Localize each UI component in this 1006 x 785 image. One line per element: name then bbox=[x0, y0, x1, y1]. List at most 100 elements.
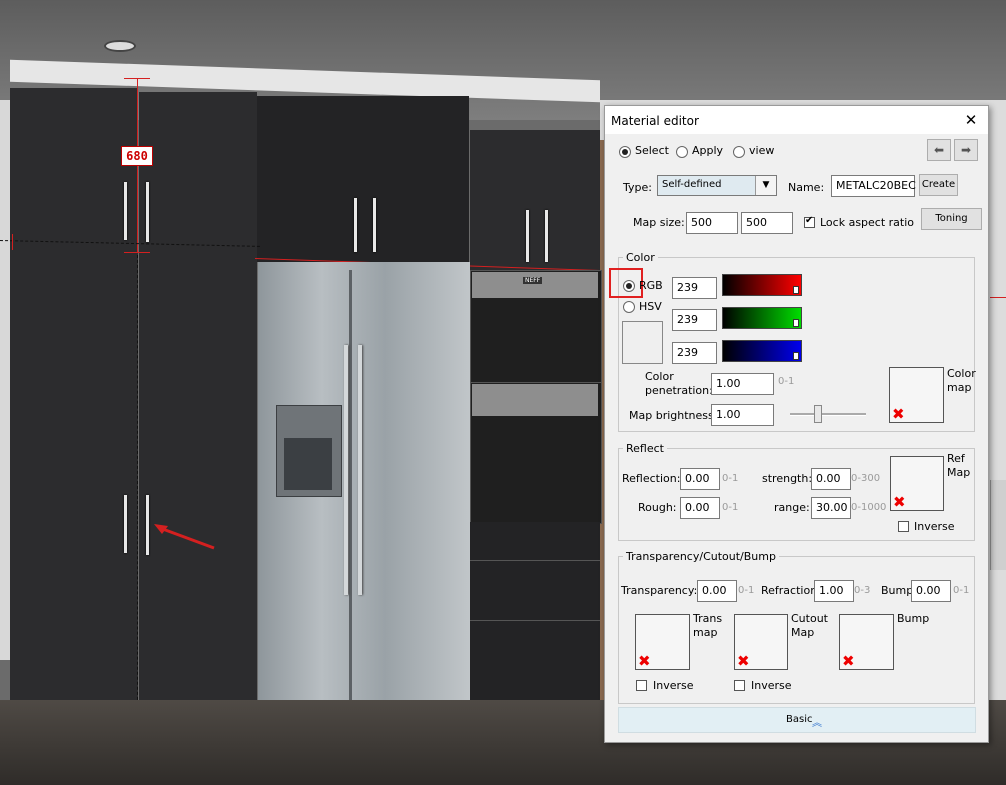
lower-cabinet bbox=[470, 522, 600, 712]
cutout-inverse-checkbox[interactable] bbox=[734, 680, 745, 691]
blue-slider-thumb[interactable] bbox=[793, 352, 799, 360]
ref-map-slot[interactable]: ✖ bbox=[890, 456, 944, 511]
trans-map-slot[interactable]: ✖ bbox=[635, 614, 690, 670]
basic-label[interactable]: Basic bbox=[786, 714, 812, 725]
mode-apply-radio[interactable] bbox=[676, 146, 688, 158]
cabinet-handle bbox=[124, 495, 127, 553]
color-penetration-input[interactable]: 1.00 bbox=[711, 373, 774, 395]
reflection-input[interactable]: 0.00 bbox=[680, 468, 720, 490]
rough-label: Rough: bbox=[638, 501, 677, 514]
remove-map-icon[interactable]: ✖ bbox=[893, 495, 906, 510]
name-input[interactable]: METALC20BEC bbox=[831, 175, 916, 197]
drawer-seam bbox=[470, 560, 600, 561]
rough-hint: 0-1 bbox=[722, 502, 739, 513]
remove-map-icon[interactable]: ✖ bbox=[842, 654, 855, 669]
refraction-input[interactable]: 1.00 bbox=[814, 580, 854, 602]
green-slider-thumb[interactable] bbox=[793, 319, 799, 327]
transparency-input[interactable]: 0.00 bbox=[697, 580, 737, 602]
map-width-input[interactable]: 500 bbox=[686, 212, 738, 234]
bump-input[interactable]: 0.00 bbox=[911, 580, 951, 602]
basic-toggle-bar[interactable]: Basic ︽ bbox=[618, 707, 976, 733]
type-dropdown[interactable]: Self-defined ▼ bbox=[657, 175, 777, 196]
range-hint: 0-1000 bbox=[851, 502, 887, 513]
remove-map-icon[interactable]: ✖ bbox=[638, 654, 651, 669]
blue-slider[interactable] bbox=[722, 340, 802, 362]
chevron-down-icon[interactable]: ▼ bbox=[755, 176, 776, 195]
bump-map-slot[interactable]: ✖ bbox=[839, 614, 894, 670]
lock-aspect-checkbox[interactable] bbox=[804, 215, 815, 228]
toning-button[interactable]: Toning bbox=[921, 208, 982, 230]
red-slider-thumb[interactable] bbox=[793, 286, 799, 294]
fridge-handle bbox=[358, 345, 362, 595]
red-arrow-annotation bbox=[154, 524, 215, 550]
reflection-hint: 0-1 bbox=[722, 473, 739, 484]
map-brightness-slider[interactable] bbox=[790, 413, 866, 416]
green-slider[interactable] bbox=[722, 307, 802, 329]
range-input[interactable]: 30.00 bbox=[811, 497, 851, 519]
rgb-radio[interactable] bbox=[623, 280, 635, 292]
red-value-input[interactable]: 239 bbox=[672, 277, 717, 299]
map-brightness-input[interactable]: 1.00 bbox=[711, 404, 774, 426]
guide-dashed-line bbox=[137, 255, 138, 735]
dimension-label[interactable]: 680 bbox=[121, 146, 153, 166]
collapse-up-icon[interactable]: ︽ bbox=[812, 714, 822, 729]
mode-select-radio[interactable] bbox=[619, 146, 631, 158]
trans-inverse-label: Inverse bbox=[653, 679, 694, 692]
refraction-hint: 0-3 bbox=[854, 585, 871, 596]
cutout-map-label-line2: Map bbox=[791, 626, 815, 639]
rough-input[interactable]: 0.00 bbox=[680, 497, 720, 519]
blue-value-input[interactable]: 239 bbox=[672, 342, 717, 364]
cabinet-handle bbox=[146, 495, 149, 555]
transparency-label: Transparency: bbox=[621, 584, 698, 597]
create-button[interactable]: Create bbox=[919, 174, 958, 196]
side-unit bbox=[990, 480, 1006, 570]
rgb-label[interactable]: RGB bbox=[639, 279, 663, 292]
refraction-label: Refraction bbox=[761, 584, 818, 597]
map-brightness-slider-thumb[interactable] bbox=[814, 405, 822, 423]
bump-label: Bump bbox=[881, 584, 914, 597]
hsv-label[interactable]: HSV bbox=[639, 300, 662, 313]
close-button[interactable]: ✕ bbox=[961, 110, 981, 130]
mode-view-label[interactable]: view bbox=[749, 144, 774, 157]
ref-inverse-label: Inverse bbox=[914, 520, 955, 533]
red-slider[interactable] bbox=[722, 274, 802, 296]
left-wall bbox=[0, 100, 10, 660]
ceiling-light bbox=[104, 40, 136, 52]
dimension-tick bbox=[124, 252, 150, 253]
redo-button[interactable]: ➡ bbox=[954, 139, 978, 161]
hsv-radio[interactable] bbox=[623, 301, 635, 313]
trans-map-label-line1: Trans bbox=[693, 612, 723, 625]
type-dropdown-value: Self-defined bbox=[662, 179, 722, 190]
reflection-label: Reflection: bbox=[622, 472, 681, 485]
map-height-input[interactable]: 500 bbox=[741, 212, 793, 234]
cutout-inverse-label: Inverse bbox=[751, 679, 792, 692]
undo-button[interactable]: ⬅ bbox=[927, 139, 951, 161]
remove-map-icon[interactable]: ✖ bbox=[737, 654, 750, 669]
strength-input[interactable]: 0.00 bbox=[811, 468, 851, 490]
remove-map-icon[interactable]: ✖ bbox=[892, 407, 905, 422]
tall-cabinet-door bbox=[139, 92, 257, 742]
drawer-seam bbox=[470, 620, 600, 621]
color-swatch[interactable] bbox=[622, 321, 663, 364]
dimension-tick bbox=[12, 234, 13, 250]
green-value-input[interactable]: 239 bbox=[672, 309, 717, 331]
color-map-label-line1: Color bbox=[947, 367, 976, 380]
color-group-title: Color bbox=[623, 251, 658, 264]
trans-inverse-checkbox[interactable] bbox=[636, 680, 647, 691]
transparency-hint: 0-1 bbox=[738, 585, 755, 596]
upper-cabinet bbox=[257, 96, 469, 262]
ref-inverse-checkbox[interactable] bbox=[898, 521, 909, 532]
range-label: range: bbox=[774, 501, 810, 514]
map-size-label: Map size: bbox=[633, 216, 685, 229]
dialog-titlebar[interactable]: Material editor ✕ bbox=[605, 106, 988, 134]
color-penetration-label-line1: Color bbox=[645, 370, 674, 383]
mode-select-label[interactable]: Select bbox=[635, 144, 669, 157]
cutout-map-slot[interactable]: ✖ bbox=[734, 614, 788, 670]
ref-map-label-line1: Ref bbox=[947, 452, 965, 465]
strength-hint: 0-300 bbox=[851, 473, 881, 484]
transparency-group-title: Transparency/Cutout/Bump bbox=[623, 550, 779, 563]
mode-apply-label[interactable]: Apply bbox=[692, 144, 723, 157]
mode-view-radio[interactable] bbox=[733, 146, 745, 158]
color-map-slot[interactable]: ✖ bbox=[889, 367, 944, 423]
material-editor-dialog: Material editor ✕ Select Apply view ⬅ ➡ … bbox=[604, 105, 989, 743]
